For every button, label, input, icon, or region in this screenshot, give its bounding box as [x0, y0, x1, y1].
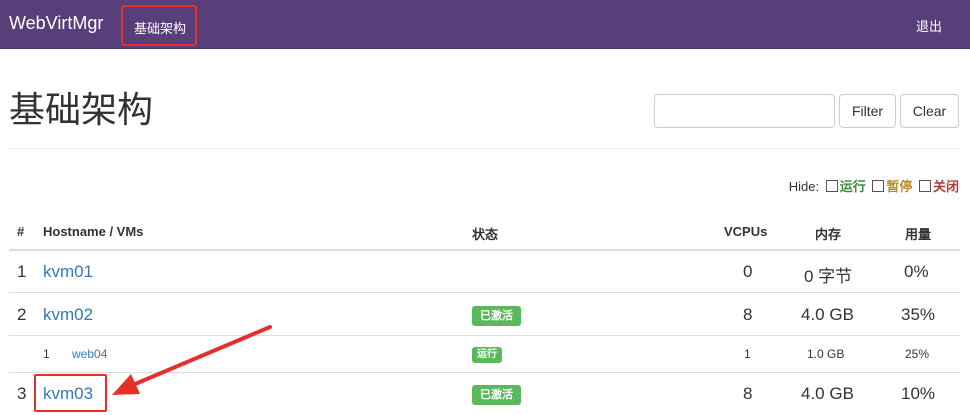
annotation-arrow-icon [112, 325, 272, 395]
